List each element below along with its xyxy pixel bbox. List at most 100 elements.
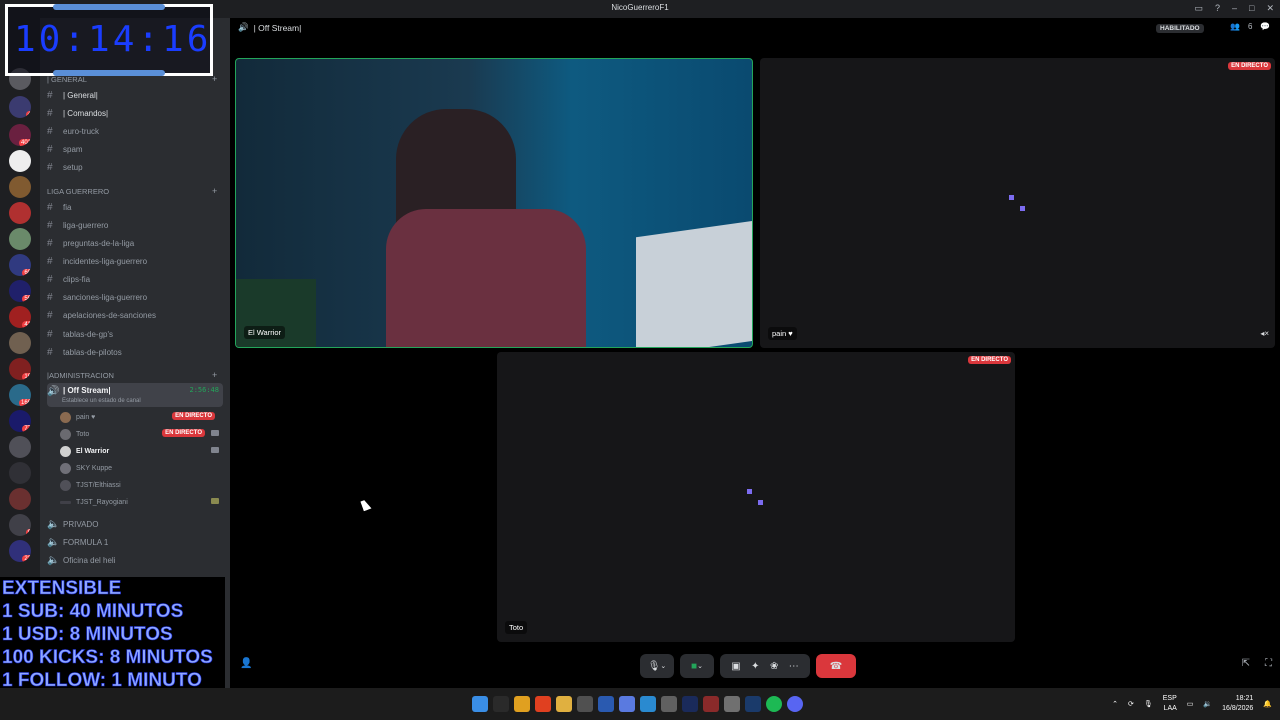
server-icon[interactable]: [9, 436, 31, 458]
voice-user[interactable]: TJST_Rayogiani: [60, 494, 223, 510]
server-icon[interactable]: [9, 462, 31, 484]
edge-icon[interactable]: [640, 696, 656, 712]
server-icon[interactable]: [9, 202, 31, 224]
server-icon[interactable]: 4: [9, 96, 31, 118]
app-icon[interactable]: [619, 696, 635, 712]
word-icon[interactable]: [598, 696, 614, 712]
app-icon[interactable]: [724, 696, 740, 712]
more-icon[interactable]: ⋯: [789, 661, 799, 672]
channel-item[interactable]: # tablas-de-pilotos: [47, 344, 223, 360]
steam-icon[interactable]: [745, 696, 761, 712]
mic-button[interactable]: 🎙 ⌄: [640, 654, 674, 678]
app-icon[interactable]: [703, 696, 719, 712]
photoshop-icon[interactable]: [682, 696, 698, 712]
folder-icon[interactable]: [556, 696, 572, 712]
server-icon[interactable]: 56: [9, 280, 31, 302]
category-admin[interactable]: |ADMINISTRACION +: [47, 370, 217, 380]
channel-item[interactable]: # sanciones-liga-guerrero: [47, 289, 223, 305]
avatar: [60, 411, 71, 423]
channel-euro-truck[interactable]: # euro-truck: [47, 123, 223, 139]
stream-clock-overlay: 10:14:16: [5, 4, 213, 76]
channel-spam[interactable]: # spam: [47, 141, 223, 157]
voice-channel-formula1[interactable]: 🔈 FORMULA 1: [47, 534, 223, 550]
sync-icon[interactable]: ⟳: [1128, 700, 1134, 708]
chevron-down-icon[interactable]: ⌄: [660, 662, 666, 670]
voice-channel-off-stream[interactable]: 🔊 | Off Stream| Establece un estado de c…: [47, 383, 223, 407]
category-liga[interactable]: LIGA GUERRERO +: [47, 186, 217, 196]
channel-general[interactable]: # | General|: [47, 87, 223, 103]
disconnect-button[interactable]: ☎: [816, 654, 856, 678]
overlay-line: 1 USD: 8 MINUTOS: [2, 624, 173, 646]
server-icon[interactable]: [9, 176, 31, 198]
server-icon[interactable]: 41: [9, 306, 31, 328]
search-icon[interactable]: [493, 696, 509, 712]
camera-button[interactable]: ■ ⌄: [680, 654, 714, 678]
voice-user[interactable]: SKY Kuppe: [60, 460, 223, 476]
voice-user[interactable]: TJST/Elthiassi: [60, 477, 223, 493]
clock[interactable]: 18:21 16/8/2026: [1222, 694, 1253, 714]
fullscreen-icon[interactable]: ⛶: [1265, 658, 1272, 669]
start-icon[interactable]: [472, 696, 488, 712]
server-icon[interactable]: 60: [9, 254, 31, 276]
voice-user[interactable]: El Warrior: [60, 443, 223, 459]
screen-share-icon[interactable]: ▣: [731, 661, 740, 672]
channel-item[interactable]: # preguntas-de-la-liga: [47, 235, 223, 251]
maximize-icon[interactable]: □: [1249, 3, 1254, 14]
game-icon: [211, 498, 219, 504]
channel-item[interactable]: # clips-fia: [47, 271, 223, 287]
chevron-up-icon[interactable]: ⌃: [1112, 700, 1118, 708]
brave-icon[interactable]: [535, 696, 551, 712]
channel-status[interactable]: Establece un estado de canal: [62, 398, 141, 404]
soundboard-icon[interactable]: ❀: [770, 661, 778, 672]
volume-icon[interactable]: 🔉: [1203, 700, 1212, 708]
channel-item[interactable]: # incidentes-liga-guerrero: [47, 253, 223, 269]
popout-icon[interactable]: ⇱: [1242, 658, 1250, 669]
server-icon[interactable]: 401: [9, 124, 31, 146]
server-icon[interactable]: [9, 228, 31, 250]
server-icon[interactable]: 77: [9, 410, 31, 432]
minimize-icon[interactable]: –: [1232, 3, 1237, 14]
channel-item[interactable]: # tablas-de-gp's: [47, 326, 223, 342]
chevron-down-icon[interactable]: ⌄: [697, 662, 703, 670]
close-icon[interactable]: ✕: [1266, 3, 1274, 14]
voice-user[interactable]: pain ♥ EN DIRECTO: [60, 409, 223, 425]
channel-item[interactable]: # liga-guerrero: [47, 217, 223, 233]
activities-icon[interactable]: ✦: [751, 661, 759, 672]
channel-item[interactable]: # fia: [47, 199, 223, 215]
language-indicator[interactable]: ESP LAA: [1163, 694, 1177, 714]
server-icon[interactable]: 166: [9, 384, 31, 406]
channel-comandos[interactable]: # | Comandos|: [47, 105, 223, 121]
status-badge[interactable]: HABILITADO: [1156, 24, 1204, 33]
channel-setup[interactable]: # setup: [47, 159, 223, 175]
video-tile-pain[interactable]: EN DIRECTO pain ♥ ◂×: [760, 58, 1275, 348]
chat-icon[interactable]: 💬: [1260, 22, 1270, 31]
app-icon[interactable]: [661, 696, 677, 712]
server-icon[interactable]: [9, 150, 31, 172]
app-icon[interactable]: [577, 696, 593, 712]
members-icon[interactable]: 👥: [1230, 22, 1240, 31]
spotify-icon[interactable]: [766, 696, 782, 712]
chrome-icon[interactable]: [514, 696, 530, 712]
voice-user[interactable]: Toto EN DIRECTO: [60, 426, 223, 442]
add-channel-icon[interactable]: +: [212, 186, 217, 196]
server-icon[interactable]: 22: [9, 540, 31, 562]
voice-channel-oficina[interactable]: 🔈 Oficina del heli: [47, 552, 223, 568]
server-icon[interactable]: 9: [9, 514, 31, 536]
video-tile-el-warrior[interactable]: El Warrior: [235, 58, 753, 348]
inbox-icon[interactable]: ▭: [1194, 3, 1203, 14]
help-icon[interactable]: ?: [1215, 3, 1220, 14]
channel-item[interactable]: # apelaciones-de-sanciones: [47, 307, 223, 323]
category-general[interactable]: | GENERAL +: [47, 74, 217, 84]
discord-icon[interactable]: [787, 696, 803, 712]
server-icon[interactable]: 16: [9, 358, 31, 380]
mute-icon[interactable]: ◂×: [1260, 329, 1269, 338]
video-tile-toto[interactable]: EN DIRECTO Toto: [497, 352, 1015, 642]
voice-channel-privado[interactable]: 🔈 PRIVADO: [47, 516, 223, 532]
add-user-icon[interactable]: 👤: [240, 658, 252, 669]
network-icon[interactable]: ▭: [1187, 700, 1194, 708]
add-channel-icon[interactable]: +: [212, 370, 217, 380]
server-icon[interactable]: [9, 332, 31, 354]
server-icon[interactable]: [9, 488, 31, 510]
mic-tray-icon[interactable]: 🎙: [1144, 700, 1153, 708]
notification-icon[interactable]: 🔔: [1263, 700, 1272, 708]
